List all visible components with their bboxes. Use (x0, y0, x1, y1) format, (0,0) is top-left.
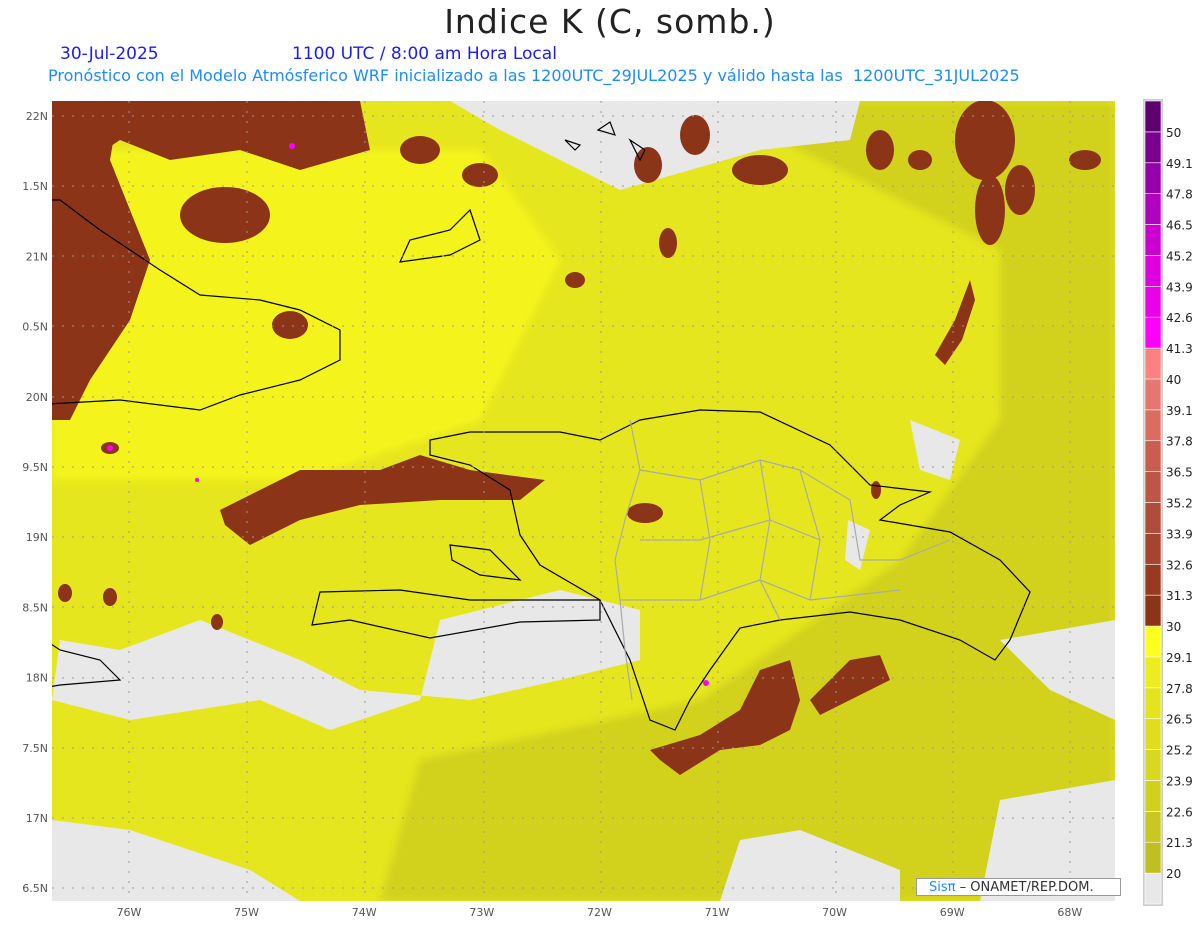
colorbar-swatch (1144, 811, 1162, 843)
colorbar-swatch (1144, 378, 1162, 411)
lat-label: 0.5N (22, 321, 48, 334)
colorbar-legend: 20 21.3 22.6 23.9 25.2 26.5 27.8 29.1 30 31.3 32.6… (1143, 99, 1193, 906)
lat-label: 8.5N (22, 601, 48, 614)
colorbar-label: 20 (1166, 867, 1181, 881)
colorbar-label: 41.3 (1166, 342, 1193, 356)
lon-label: 74W (352, 906, 377, 919)
lat-label: 18N (26, 672, 48, 685)
colorbar-label: 42.6 (1166, 311, 1193, 325)
colorbar-swatch (1144, 255, 1162, 287)
lon-label: 73W (469, 906, 494, 919)
colorbar-label: 31.3 (1166, 589, 1193, 603)
colorbar-label: 43.9 (1166, 280, 1193, 294)
lon-label: 71W (705, 906, 730, 919)
colorbar-label: 46.5 (1166, 219, 1193, 233)
lon-label: 69W (940, 906, 965, 919)
colorbar-label: 33.9 (1166, 527, 1193, 541)
colorbar-label: 29.1 (1166, 651, 1193, 665)
colorbar-label: 27.8 (1166, 682, 1193, 696)
latitude-labels: 22N 1.5N 21N 0.5N 20N 9.5N 19N 8.5N 18N 7.5N 17N 6.… (22, 110, 48, 895)
colorbar-swatch (1144, 563, 1162, 596)
colorbar-swatch (1144, 594, 1162, 627)
colorbar-swatch (1144, 193, 1162, 225)
lat-label: 9.5N (22, 461, 48, 474)
lat-label: 1.5N (22, 180, 48, 193)
credit-text: – ONAMET/REP.DOM. (955, 880, 1094, 895)
colorbar-swatch (1144, 286, 1162, 318)
colorbar-label: 49.1 (1166, 157, 1193, 171)
longitude-labels: 76W 75W 74W 73W 72W 71W 70W 69W 68W (117, 906, 1083, 919)
credit-brand: Sisπ (929, 880, 956, 895)
colorbar-label: 36.5 (1166, 466, 1193, 480)
colorbar-swatch (1144, 533, 1162, 565)
credit-box: Sisπ – ONAMET/REP.DOM. (916, 878, 1121, 896)
colorbar-label: 47.8 (1166, 188, 1193, 202)
map-canvas: 22N 1.5N 21N 0.5N 20N 9.5N 19N 8.5N 18N 7.5N 17N 6.… (22, 99, 1193, 919)
k-index-field (52, 101, 1115, 901)
colorbar-label: 32.6 (1166, 558, 1193, 572)
colorbar-label: 26.5 (1166, 713, 1193, 727)
colorbar-swatch (1144, 347, 1162, 380)
lat-label: 7.5N (22, 742, 48, 755)
colorbar-label: 30 (1166, 620, 1181, 634)
colorbar-swatch (1144, 656, 1162, 689)
colorbar-label: 39.1 (1166, 404, 1193, 418)
colorbar-swatch (1144, 625, 1162, 658)
colorbar-label: 40 (1166, 373, 1181, 387)
colorbar-swatch (1144, 409, 1162, 442)
colorbar-swatch (1144, 440, 1162, 472)
colorbar-swatch (1144, 872, 1162, 905)
lon-label: 75W (234, 906, 259, 919)
colorbar-label: 50 (1166, 126, 1181, 140)
colorbar-swatch (1144, 687, 1162, 719)
lon-label: 76W (117, 906, 142, 919)
colorbar-swatch (1144, 471, 1162, 503)
colorbar-label: 37.8 (1166, 435, 1193, 449)
lat-label: 17N (26, 812, 48, 825)
colorbar-label: 22.6 (1166, 805, 1193, 819)
lon-label: 68W (1057, 906, 1082, 919)
colorbar-swatch (1144, 841, 1162, 874)
lon-label: 72W (587, 906, 612, 919)
colorbar-swatch (1144, 780, 1162, 812)
colorbar-label: 21.3 (1166, 836, 1193, 850)
colorbar-label: 23.9 (1166, 774, 1193, 788)
colorbar-swatch (1144, 131, 1162, 164)
colorbar-label: 35.2 (1166, 497, 1193, 511)
colorbar-swatch (1144, 749, 1162, 781)
colorbar-swatch (1144, 162, 1162, 194)
colorbar-swatch (1144, 316, 1162, 349)
lon-label: 70W (822, 906, 847, 919)
colorbar-label: 45.2 (1166, 249, 1193, 263)
lat-label: 20N (26, 391, 48, 404)
colorbar-swatch (1144, 224, 1162, 256)
lat-label: 22N (26, 110, 48, 123)
lat-label: 21N (26, 250, 48, 263)
colorbar-label: 25.2 (1166, 744, 1193, 758)
colorbar-swatch (1144, 718, 1162, 750)
lat-label: 6.5N (22, 882, 48, 895)
colorbar-swatch (1144, 502, 1162, 534)
colorbar-swatch (1144, 100, 1162, 133)
lat-label: 19N (26, 531, 48, 544)
